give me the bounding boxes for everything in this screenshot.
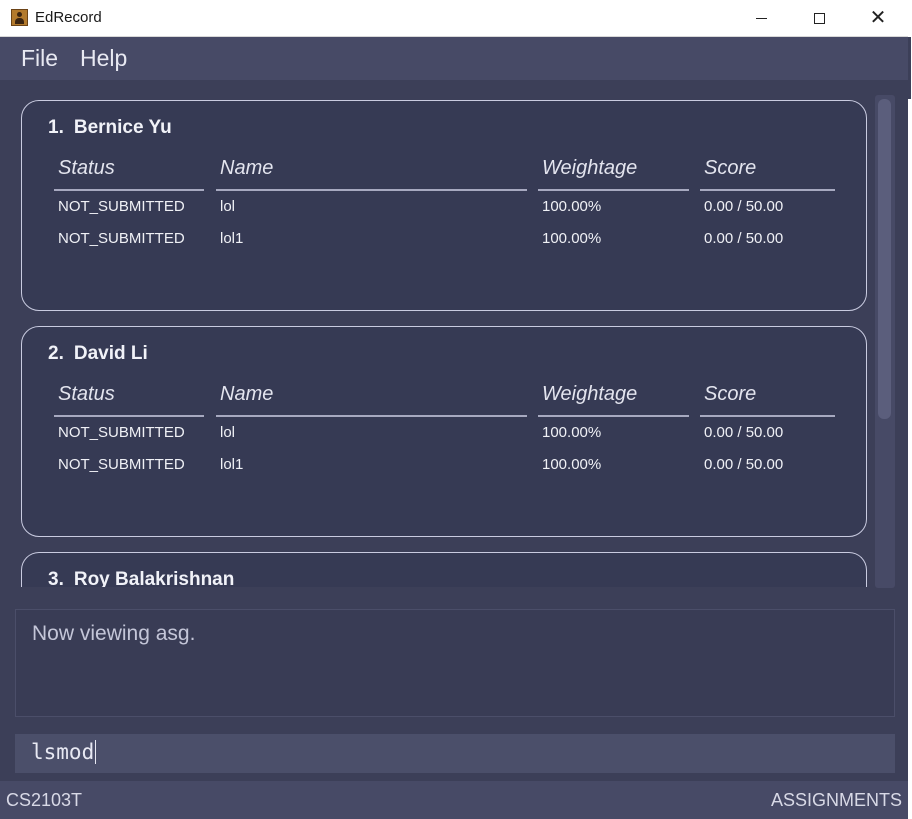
cell-name: lol1	[220, 230, 244, 247]
column-header-score[interactable]: Score	[700, 383, 835, 417]
student-card[interactable]: 2. David Li Status Name Weightage Score N…	[21, 326, 867, 537]
student-name: 3. Roy Balakrishnan	[48, 569, 235, 587]
command-input[interactable]: lsmod	[31, 740, 97, 764]
column-header-status[interactable]: Status	[54, 157, 204, 191]
result-text: Now viewing asg.	[32, 622, 196, 645]
cell-weightage: 100.00%	[542, 198, 602, 215]
menu-help[interactable]: Help	[80, 45, 127, 72]
cell-weightage: 100.00%	[542, 230, 602, 247]
cell-weightage: 100.00%	[542, 456, 602, 473]
column-header-name[interactable]: Name	[216, 157, 527, 191]
cell-score: 0.00 / 50.00	[704, 456, 784, 473]
student-card[interactable]: 1. Bernice Yu Status Name Weightage Score…	[21, 100, 867, 311]
window-edge	[908, 0, 912, 819]
column-header-score[interactable]: Score	[700, 157, 835, 191]
cell-status: NOT_SUBMITTED	[58, 230, 185, 247]
student-list-pane: 1. Bernice Yu Status Name Weightage Score…	[0, 80, 908, 600]
app-icon	[11, 9, 28, 26]
result-display: Now viewing asg.	[15, 609, 895, 717]
status-module: CS2103T	[6, 790, 83, 810]
cell-score: 0.00 / 50.00	[704, 230, 784, 247]
list-scrollbar[interactable]	[875, 95, 895, 588]
cell-status: NOT_SUBMITTED	[58, 456, 185, 473]
column-header-status[interactable]: Status	[54, 383, 204, 417]
menu-bar: File Help	[0, 37, 908, 80]
student-name: 1. Bernice Yu	[48, 117, 172, 138]
cell-name: lol	[220, 424, 236, 441]
command-box[interactable]: lsmod	[15, 734, 895, 773]
scrollbar-thumb[interactable]	[878, 99, 891, 419]
close-button[interactable]: ✕	[849, 0, 907, 36]
cell-score: 0.00 / 50.00	[704, 424, 784, 441]
window-edge-shadow	[908, 37, 911, 99]
column-header-name[interactable]: Name	[216, 383, 527, 417]
close-icon: ✕	[869, 7, 887, 29]
cell-weightage: 100.00%	[542, 424, 602, 441]
student-name: 2. David Li	[48, 343, 148, 364]
window-title: EdRecord	[35, 9, 102, 26]
maximize-button[interactable]	[790, 0, 848, 36]
minimize-icon	[755, 17, 767, 19]
maximize-icon	[813, 12, 825, 24]
status-view: ASSIGNMENTS	[770, 790, 902, 810]
cell-score: 0.00 / 50.00	[704, 198, 784, 215]
app-window: EdRecord ✕ File Help 1. Bernice Yu Status…	[0, 0, 908, 819]
status-bar: CS2103T ASSIGNMENTS	[0, 781, 908, 819]
cell-status: NOT_SUBMITTED	[58, 198, 185, 215]
cell-name: lol	[220, 198, 236, 215]
student-card[interactable]: 3. Roy Balakrishnan	[21, 552, 867, 587]
cell-name: lol1	[220, 456, 244, 473]
column-header-weightage[interactable]: Weightage	[538, 157, 689, 191]
minimize-button[interactable]	[732, 0, 790, 36]
menu-file[interactable]: File	[21, 45, 58, 72]
cell-status: NOT_SUBMITTED	[58, 424, 185, 441]
title-bar: EdRecord ✕	[0, 0, 908, 37]
column-header-weightage[interactable]: Weightage	[538, 383, 689, 417]
